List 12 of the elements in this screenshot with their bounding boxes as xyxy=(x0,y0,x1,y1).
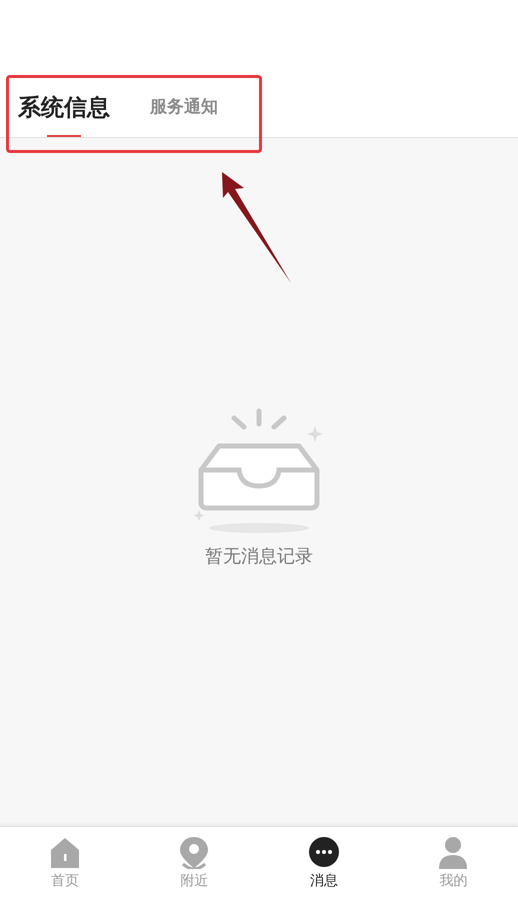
chat-bubble-icon xyxy=(308,836,340,869)
person-icon xyxy=(437,836,470,869)
nav-item[interactable]: 附近 xyxy=(130,827,259,899)
tab[interactable]: 系统信息 xyxy=(18,92,110,137)
location-pin-icon xyxy=(178,836,210,869)
nav-item[interactable]: 我的 xyxy=(388,827,518,899)
nav-item[interactable]: 首页 xyxy=(0,827,130,899)
home-icon xyxy=(48,836,81,869)
tab-underline xyxy=(47,135,81,137)
nav-item[interactable]: 消息 xyxy=(259,827,388,899)
tab[interactable]: 服务通知 xyxy=(150,95,218,137)
empty-message: 暂无消息记录 xyxy=(205,545,313,568)
